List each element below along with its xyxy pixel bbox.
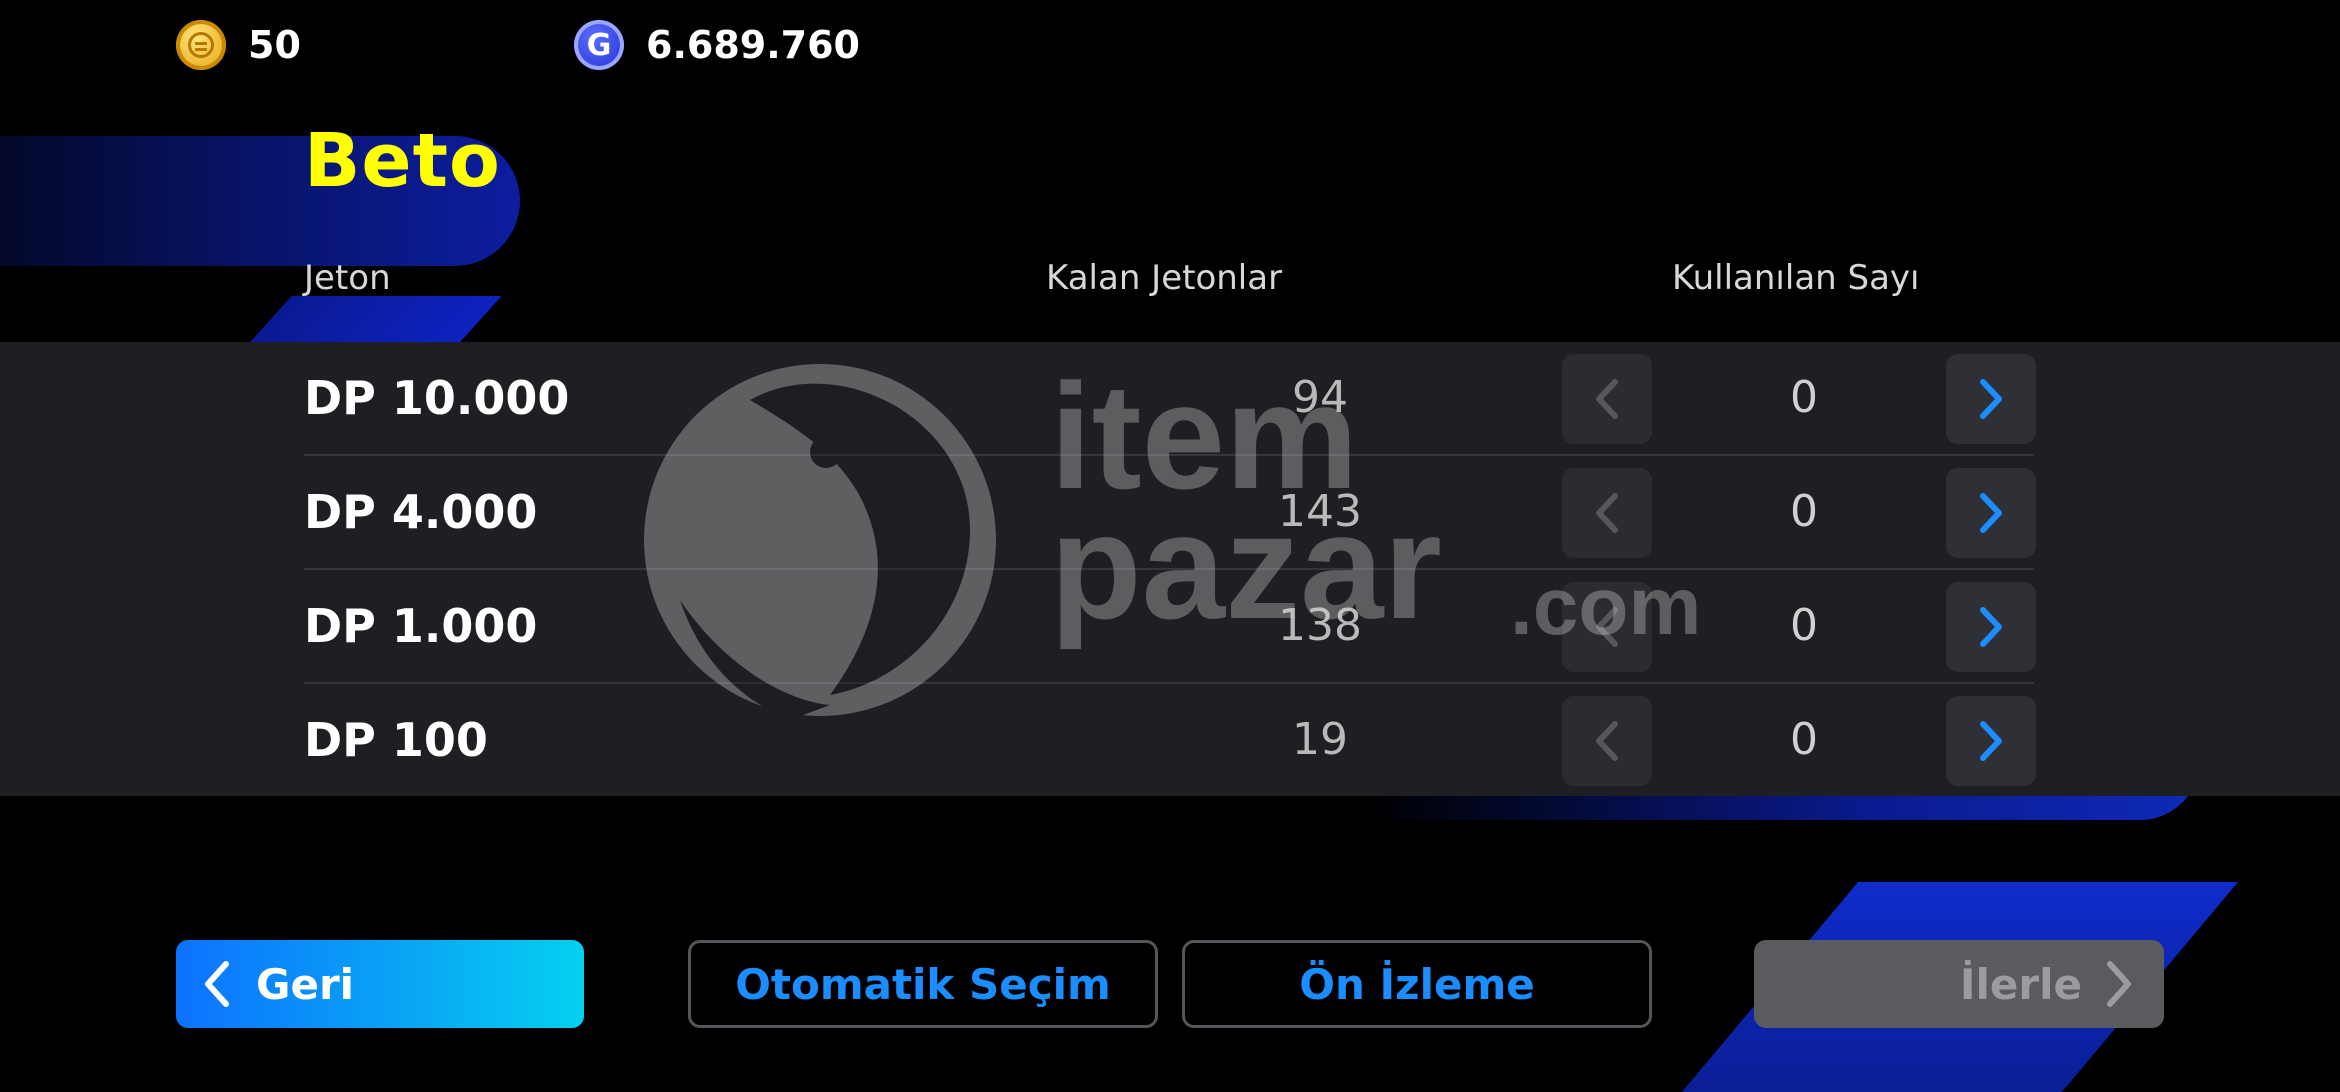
token-name: DP 10.000 bbox=[304, 371, 570, 425]
used-count: 0 bbox=[1790, 600, 1818, 651]
decrease-button[interactable] bbox=[1562, 354, 1652, 444]
gp-value: 6.689.760 bbox=[646, 23, 860, 67]
next-label: İlerle bbox=[1959, 959, 2082, 1009]
gold-coin-icon bbox=[176, 20, 226, 70]
token-name: DP 4.000 bbox=[304, 485, 538, 539]
token-name: DP 100 bbox=[304, 713, 488, 767]
table-row: DP 4.000 143 0 bbox=[304, 456, 2036, 568]
back-label: Geri bbox=[256, 959, 355, 1009]
table-row: DP 10.000 94 0 bbox=[304, 342, 2036, 454]
token-name: DP 1.000 bbox=[304, 599, 538, 653]
chevron-left-icon bbox=[1596, 721, 1618, 761]
decrease-button[interactable] bbox=[1562, 468, 1652, 558]
gp-balance: G 6.689.760 bbox=[574, 20, 860, 70]
next-button[interactable]: İlerle bbox=[1754, 940, 2164, 1028]
chevron-left-icon bbox=[1596, 493, 1618, 533]
remaining-count: 138 bbox=[1278, 600, 1362, 651]
column-header-used: Kullanılan Sayı bbox=[1672, 258, 1920, 298]
chevron-right-icon bbox=[1980, 493, 2002, 533]
decrease-button[interactable] bbox=[1562, 582, 1652, 672]
chevron-left-icon bbox=[1596, 379, 1618, 419]
preview-button[interactable]: Ön İzleme bbox=[1182, 940, 1652, 1028]
chevron-left-icon bbox=[1596, 607, 1618, 647]
used-count: 0 bbox=[1790, 714, 1818, 765]
decrease-button[interactable] bbox=[1562, 696, 1652, 786]
chevron-right-icon bbox=[1980, 721, 2002, 761]
player-name: Beto bbox=[304, 118, 501, 204]
preview-label: Ön İzleme bbox=[1299, 959, 1535, 1009]
increase-button[interactable] bbox=[1946, 468, 2036, 558]
chevron-right-icon bbox=[1980, 607, 2002, 647]
remaining-count: 94 bbox=[1292, 372, 1348, 423]
remaining-count: 143 bbox=[1278, 486, 1362, 537]
chevron-left-icon bbox=[205, 961, 229, 1007]
increase-button[interactable] bbox=[1946, 582, 2036, 672]
used-count: 0 bbox=[1790, 372, 1818, 423]
coins-value: 50 bbox=[248, 23, 301, 67]
column-header-token: Jeton bbox=[304, 258, 391, 298]
chevron-right-icon bbox=[2107, 961, 2131, 1007]
gp-coin-icon: G bbox=[574, 20, 624, 70]
table-row: DP 1.000 138 0 bbox=[304, 570, 2036, 682]
coins-balance: 50 bbox=[176, 20, 301, 70]
column-header-remaining: Kalan Jetonlar bbox=[1046, 258, 1283, 298]
table-row: DP 100 19 0 bbox=[304, 684, 2036, 796]
increase-button[interactable] bbox=[1946, 696, 2036, 786]
auto-select-label: Otomatik Seçim bbox=[735, 959, 1111, 1009]
auto-select-button[interactable]: Otomatik Seçim bbox=[688, 940, 1158, 1028]
remaining-count: 19 bbox=[1292, 714, 1348, 765]
chevron-right-icon bbox=[1980, 379, 2002, 419]
used-count: 0 bbox=[1790, 486, 1818, 537]
back-button[interactable]: Geri bbox=[176, 940, 584, 1028]
background-stripe-top-accent bbox=[248, 296, 502, 344]
increase-button[interactable] bbox=[1946, 354, 2036, 444]
